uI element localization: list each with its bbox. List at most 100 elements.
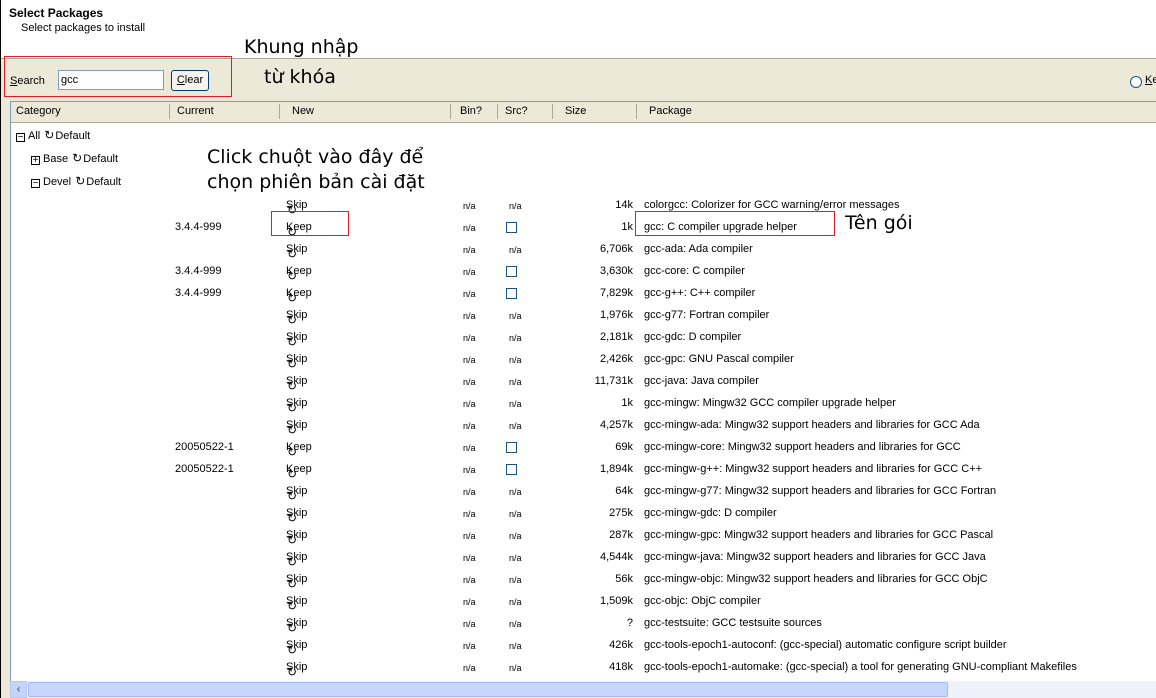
new-action-toggle[interactable]: ↻ Skip bbox=[286, 529, 307, 547]
scroll-left-icon[interactable]: ‹ bbox=[10, 681, 27, 698]
collapse-icon[interactable]: − bbox=[16, 133, 25, 143]
new-action-toggle[interactable]: ↻ Skip bbox=[286, 661, 307, 679]
new-action-toggle[interactable]: ↻ Skip bbox=[286, 485, 307, 503]
src-checkbox[interactable] bbox=[506, 288, 517, 299]
new-action-toggle[interactable]: ↻ Keep bbox=[286, 265, 312, 283]
new-action-toggle[interactable]: ↻ Skip bbox=[286, 639, 307, 657]
expand-icon[interactable]: + bbox=[31, 156, 40, 166]
src-cell: n/a bbox=[509, 619, 522, 629]
cycle-icon[interactable]: ↻ bbox=[287, 313, 297, 327]
cycle-icon: ↻ bbox=[72, 151, 83, 165]
table-row[interactable]: ↻ Skip n/a n/a 2,181k gcc-gdc: D compiler bbox=[11, 327, 1156, 349]
src-checkbox[interactable] bbox=[506, 266, 517, 277]
collapse-icon[interactable]: − bbox=[31, 179, 40, 189]
new-action-toggle[interactable]: ↻ Skip bbox=[286, 617, 307, 635]
src-checkbox[interactable] bbox=[506, 442, 517, 453]
column-size[interactable]: Size bbox=[565, 105, 586, 117]
table-row[interactable]: ↻ Skip n/a n/a 2,426k gcc-gpc: GNU Pascal com… bbox=[11, 349, 1156, 371]
new-action-toggle[interactable]: ↻ Skip bbox=[286, 375, 307, 393]
new-action-toggle[interactable]: ↻ Skip bbox=[286, 397, 307, 415]
column-package[interactable]: Package bbox=[649, 105, 692, 117]
cycle-icon[interactable]: ↻ bbox=[287, 533, 297, 547]
cycle-icon[interactable]: ↻ bbox=[287, 357, 297, 371]
table-row[interactable]: ↻ Skip n/a n/a 287k gcc-mingw-gpc: Mingw32 su… bbox=[11, 525, 1156, 547]
size-cell: 418k bbox=[609, 661, 633, 673]
src-checkbox[interactable] bbox=[506, 464, 517, 475]
src-checkbox[interactable] bbox=[506, 222, 517, 233]
table-row[interactable]: ↻ Skip n/a n/a 275k gcc-mingw-gdc: D compiler bbox=[11, 503, 1156, 525]
table-row[interactable]: 20050522-1 ↻ Keep n/a 1,894k gcc-mingw-g++: M… bbox=[11, 459, 1156, 481]
package-name: gcc-mingw: Mingw32 GCC compiler upgrade … bbox=[644, 397, 896, 409]
horizontal-scrollbar[interactable]: ‹ bbox=[10, 681, 1156, 698]
new-action-toggle[interactable]: ↻ Skip bbox=[286, 573, 307, 591]
cycle-icon[interactable]: ↻ bbox=[287, 379, 297, 393]
cycle-icon[interactable]: ↻ bbox=[287, 247, 297, 261]
cycle-icon[interactable]: ↻ bbox=[287, 621, 297, 635]
table-row[interactable]: 20050522-1 ↻ Keep n/a 69k gcc-mingw-core: Min… bbox=[11, 437, 1156, 459]
new-action-toggle[interactable]: ↻ Skip bbox=[286, 331, 307, 349]
column-src[interactable]: Src? bbox=[505, 105, 528, 117]
header-panel: Select Packages Select packages to insta… bbox=[1, 0, 1156, 59]
cycle-icon[interactable]: ↻ bbox=[287, 599, 297, 613]
new-action-toggle[interactable]: ↻ Keep bbox=[286, 441, 312, 459]
table-row[interactable]: ↻ Skip n/a n/a 56k gcc-mingw-objc: Mingw32 su… bbox=[11, 569, 1156, 591]
new-action-toggle[interactable]: ↻ Skip bbox=[286, 309, 307, 327]
search-annotation-box bbox=[4, 56, 232, 97]
table-row[interactable]: ↻ Skip n/a n/a 6,706k gcc-ada: Ada compiler bbox=[11, 239, 1156, 261]
new-action-toggle[interactable]: ↻ Skip bbox=[286, 595, 307, 613]
cycle-icon[interactable]: ↻ bbox=[287, 423, 297, 437]
column-bin[interactable]: Bin? bbox=[460, 105, 482, 117]
table-row[interactable]: ↻ Skip n/a n/a 11,731k gcc-java: Java compile… bbox=[11, 371, 1156, 393]
cycle-icon[interactable]: ↻ bbox=[287, 665, 297, 679]
scrollbar-thumb[interactable] bbox=[28, 682, 948, 697]
table-row[interactable]: ↻ Skip n/a n/a 1,509k gcc-objc: ObjC compiler bbox=[11, 591, 1156, 613]
table-row[interactable]: 3.4.4-999 ↻ Keep n/a 1k gcc: C compiler upgra… bbox=[11, 217, 1156, 239]
table-row[interactable]: ↻ Skip n/a n/a 426k gcc-tools-epoch1-autoconf… bbox=[11, 635, 1156, 657]
tree-node-devel[interactable]: − Devel ↻Default bbox=[31, 174, 121, 189]
cycle-icon[interactable]: ↻ bbox=[287, 291, 297, 305]
bin-cell: n/a bbox=[463, 223, 476, 233]
new-action-toggle[interactable]: ↻ Keep bbox=[286, 287, 312, 305]
package-name: gcc-mingw-gpc: Mingw32 support headers a… bbox=[644, 529, 994, 541]
new-action-toggle[interactable]: ↻ Skip bbox=[286, 419, 307, 437]
column-new[interactable]: New bbox=[292, 105, 314, 117]
tree-node-base[interactable]: + Base ↻Default bbox=[31, 151, 118, 166]
click-annotation-line2: chọn phiên bản cài đặt bbox=[207, 171, 425, 193]
cycle-icon[interactable]: ↻ bbox=[287, 577, 297, 591]
tree-node-all[interactable]: − All ↻Default bbox=[16, 128, 90, 143]
cycle-icon[interactable]: ↻ bbox=[287, 643, 297, 657]
cycle-icon[interactable]: ↻ bbox=[287, 467, 297, 481]
size-cell: 6,706k bbox=[599, 243, 633, 255]
view-radio-button[interactable] bbox=[1130, 76, 1142, 88]
bin-cell: n/a bbox=[463, 509, 476, 519]
table-row[interactable]: ↻ Skip n/a n/a 4,257k gcc-mingw-ada: Mingw32 … bbox=[11, 415, 1156, 437]
table-row[interactable]: ↻ Skip n/a n/a? gcc-testsuite: GCC testsuite… bbox=[11, 613, 1156, 635]
table-row[interactable]: ↻ Skip n/a n/a 4,544k gcc-mingw-java: Mingw32… bbox=[11, 547, 1156, 569]
new-action-toggle[interactable]: ↻ Skip bbox=[286, 353, 307, 371]
new-action-toggle[interactable]: ↻ Skip bbox=[286, 551, 307, 569]
cycle-icon[interactable]: ↻ bbox=[287, 401, 297, 415]
keep-annotation-box bbox=[271, 211, 349, 236]
table-row[interactable]: ↻ Skip n/a n/a 14k colorgcc: Colorizer for GC… bbox=[11, 195, 1156, 217]
src-cell: n/a bbox=[509, 421, 522, 431]
new-action-toggle[interactable]: ↻ Skip bbox=[286, 243, 307, 261]
table-row[interactable]: ↻ Skip n/a n/a 1k gcc-mingw: Mingw32 GCC comp… bbox=[11, 393, 1156, 415]
new-action-toggle[interactable]: ↻ Skip bbox=[286, 199, 307, 217]
new-action-toggle[interactable]: ↻ Keep bbox=[286, 463, 312, 481]
column-category[interactable]: Category bbox=[16, 105, 61, 117]
table-row[interactable]: 3.4.4-999 ↻ Keep n/a 3,630k gcc-core: C compi… bbox=[11, 261, 1156, 283]
new-action-toggle[interactable]: ↻ Skip bbox=[286, 507, 307, 525]
cycle-icon[interactable]: ↻ bbox=[287, 489, 297, 503]
cycle-icon[interactable]: ↻ bbox=[287, 269, 297, 283]
column-current[interactable]: Current bbox=[177, 105, 214, 117]
table-row[interactable]: ↻ Skip n/a n/a 1,976k gcc-g77: Fortran compil… bbox=[11, 305, 1156, 327]
cycle-icon[interactable]: ↻ bbox=[287, 335, 297, 349]
package-list[interactable]: Category Current New Bin? Src? Size Pack… bbox=[10, 101, 1156, 682]
table-row[interactable]: 3.4.4-999 ↻ Keep n/a 7,829k gcc-g++: C++ comp… bbox=[11, 283, 1156, 305]
table-row[interactable]: ↻ Skip n/a n/a 64k gcc-mingw-g77: Mingw32 sup… bbox=[11, 481, 1156, 503]
cycle-icon[interactable]: ↻ bbox=[287, 445, 297, 459]
cycle-icon[interactable]: ↻ bbox=[287, 555, 297, 569]
table-row[interactable]: ↻ Skip n/a n/a 418k gcc-tools-epoch1-automake… bbox=[11, 657, 1156, 679]
current-version: 3.4.4-999 bbox=[175, 287, 222, 299]
cycle-icon[interactable]: ↻ bbox=[287, 511, 297, 525]
